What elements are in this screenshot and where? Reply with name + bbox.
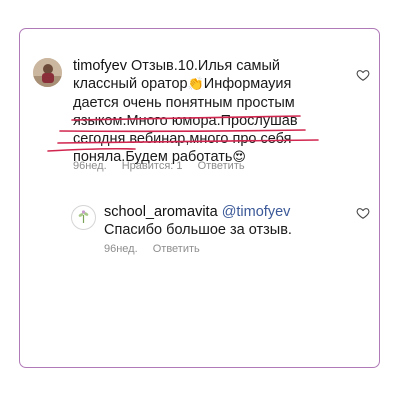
reply-reply-button[interactable]: Ответить [153,243,200,255]
reply-meta: 96нед. Ответить [104,243,212,255]
comment-time: 96нед. [73,160,107,172]
comment-text-3: дается очень понятным простым [73,95,295,111]
comment-meta: 96нед. Нравится: 1 Ответить [73,160,257,172]
reply-text: Спасибо большое за отзыв. [104,222,292,238]
avatar-photo-icon [33,58,62,87]
like-comment-heart-icon[interactable] [356,68,370,82]
commenter-avatar[interactable] [33,58,62,87]
comment-text-2: классный оратор [73,76,188,92]
comment-body: timofyev Отзыв.10.Илья самый классный ор… [73,57,323,167]
reply-username[interactable]: school_aromavita [104,204,218,220]
reply-mention[interactable]: @timofyev [222,204,291,220]
comment-username[interactable]: timofyev [73,58,127,74]
reply-time: 96нед. [104,243,138,255]
comment-text-1: Отзыв.10.Илья самый [127,58,281,74]
comment-text-4: языком.Много юмора.Прослушав [73,113,298,129]
comment-text-2b: Информауия [203,76,292,92]
reply-body: school_aromavita @timofyev Спасибо больш… [104,203,334,239]
comment-text-5: сегодня вебинар,много про себя [73,131,292,147]
clap-emoji: 👏 [187,77,204,92]
aroma-logo-icon [73,207,94,228]
comment-reply-button[interactable]: Ответить [198,160,245,172]
comment-likes[interactable]: Нравится: 1 [122,160,183,172]
like-reply-heart-icon[interactable] [356,206,370,220]
reply-avatar[interactable] [71,205,96,230]
